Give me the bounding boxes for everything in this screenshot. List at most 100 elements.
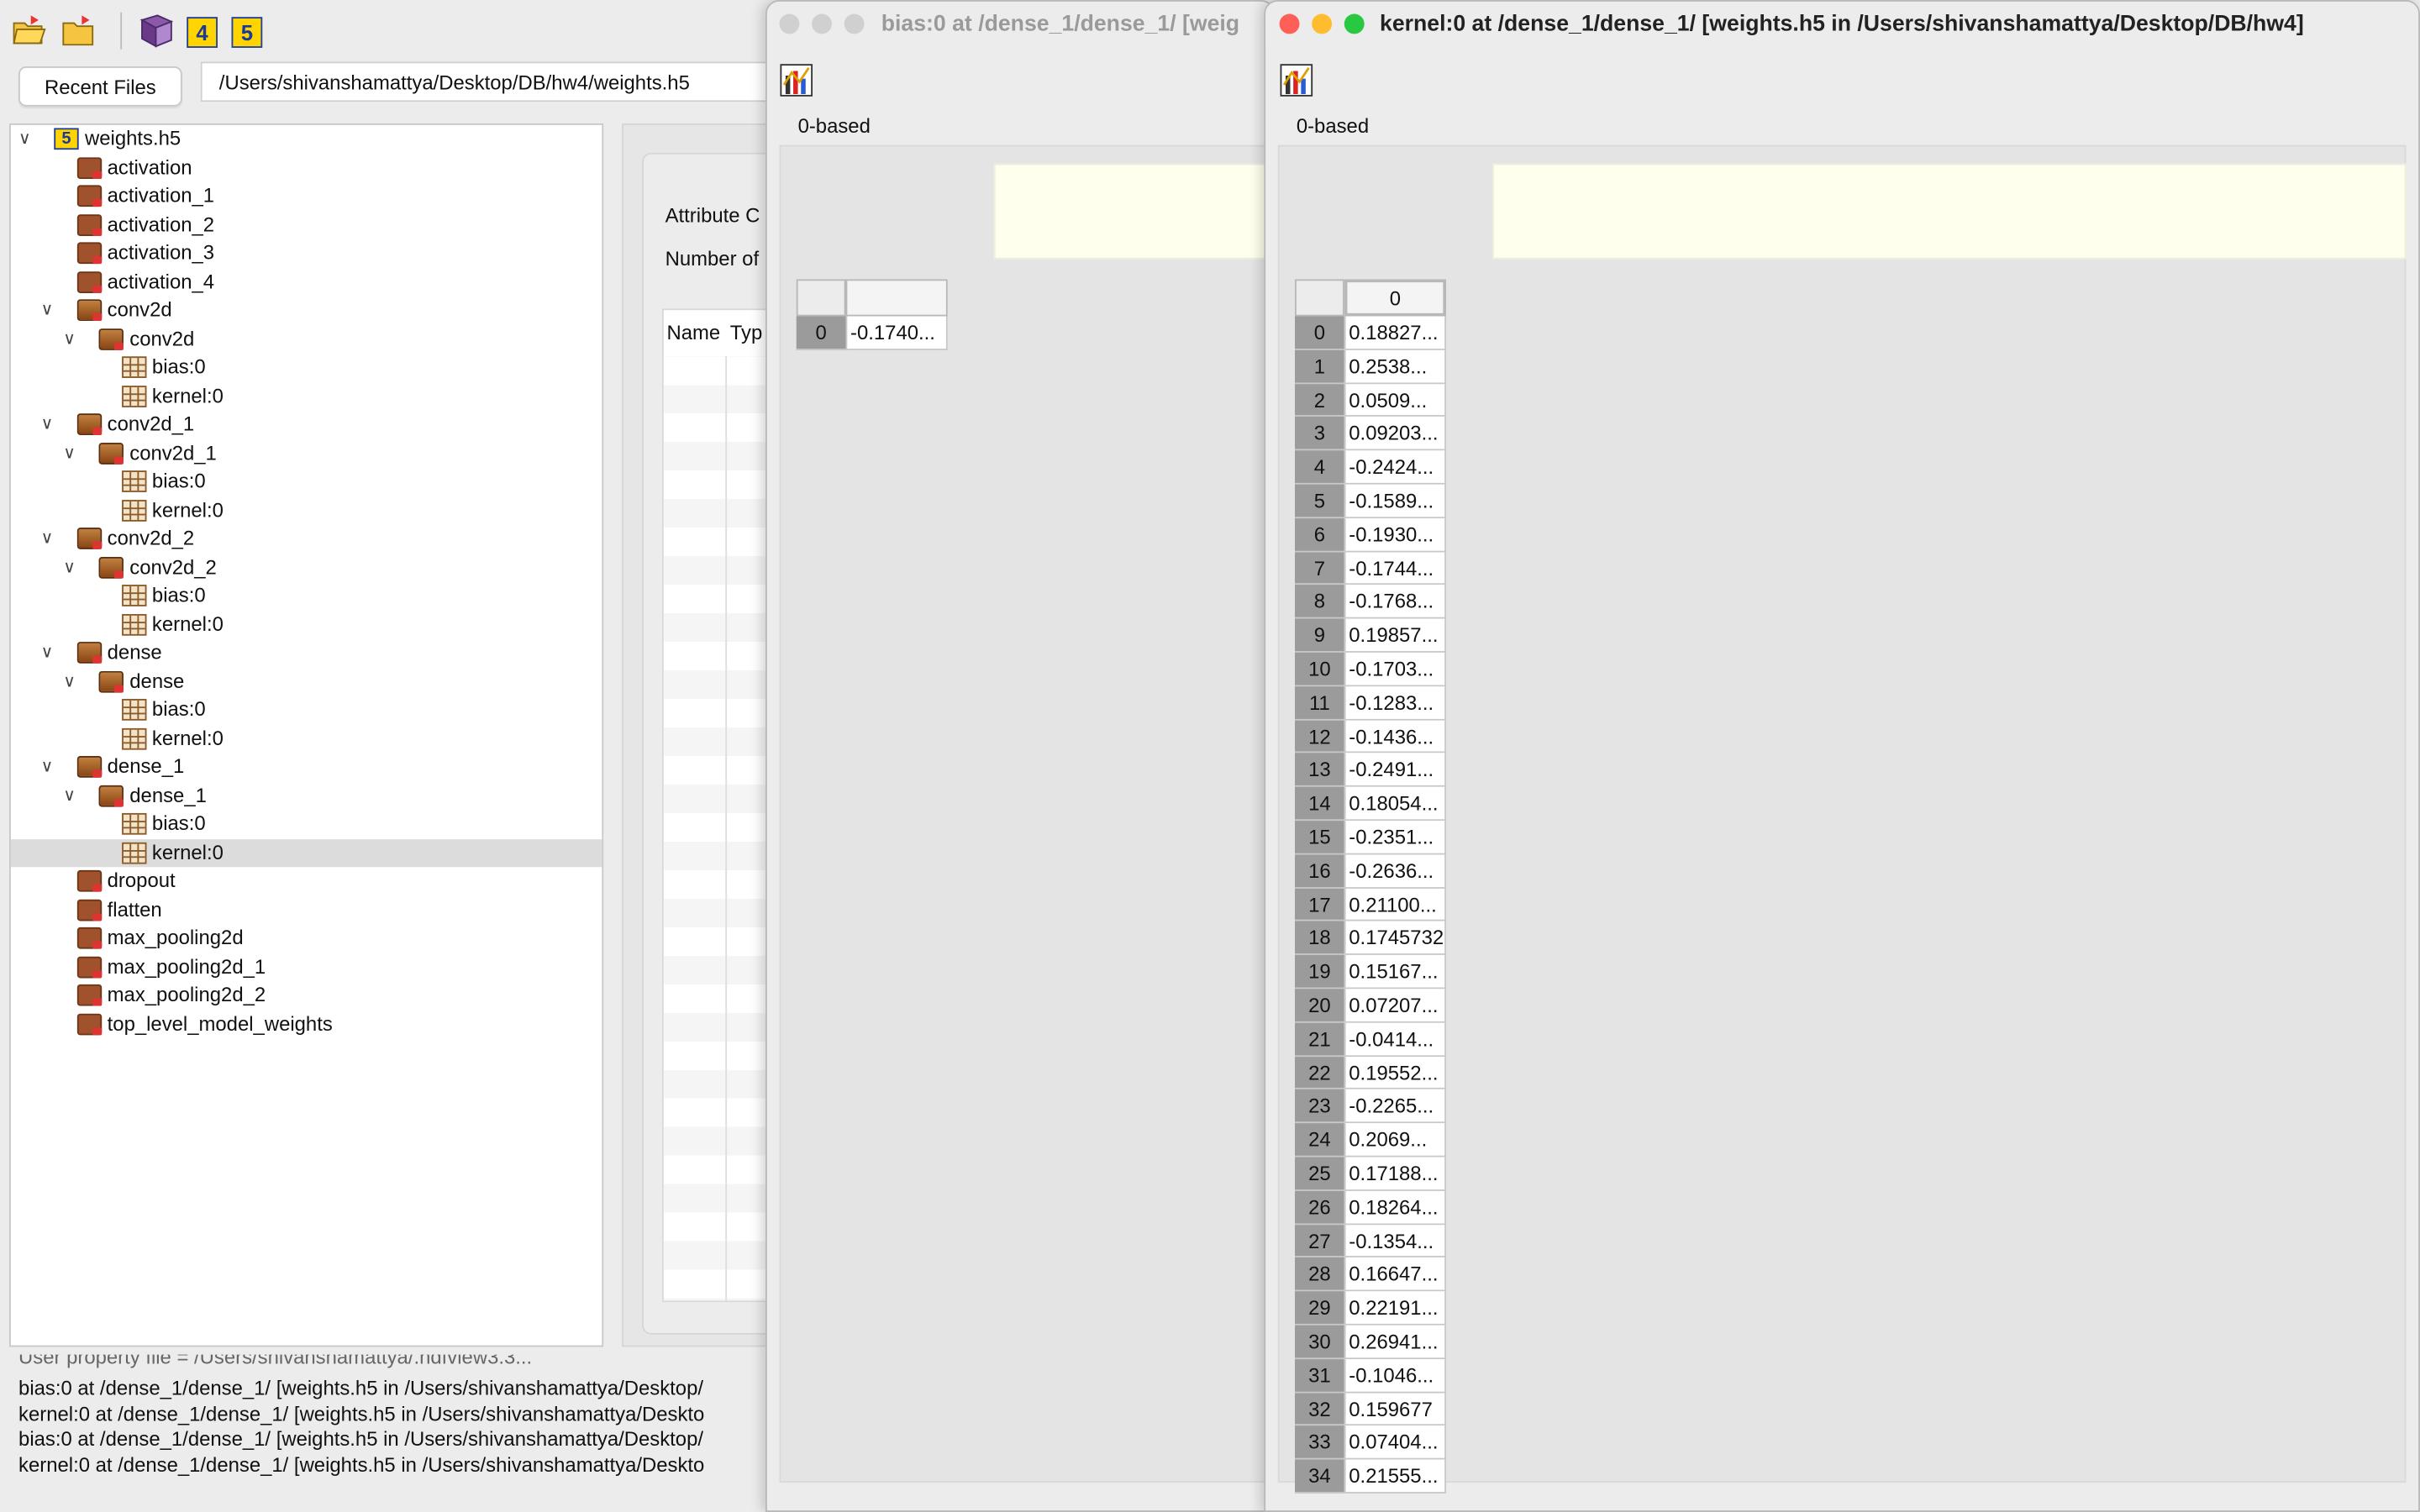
row-index-cell[interactable]: 21 (1294, 1022, 1344, 1057)
row-index-cell[interactable]: 1 (1294, 349, 1344, 384)
table-cell[interactable]: -0.1436... (1344, 719, 1446, 754)
table-cell[interactable]: -0.1744... (1344, 551, 1446, 585)
chevron-down-icon[interactable]: ∨ (36, 411, 58, 439)
tree-item[interactable]: kernel:0 (11, 382, 602, 411)
kernel-spreadsheet[interactable] (1277, 144, 2407, 1483)
file-tree-panel[interactable]: ∨ 5 weights.h5 activation activation_1 activa… (9, 123, 604, 1347)
tree-item[interactable]: max_pooling2d_2 (11, 981, 602, 1010)
tree-item[interactable]: ∨ conv2d_2 (11, 553, 602, 581)
table-cell[interactable]: -0.2351... (1344, 821, 1446, 855)
row-index-cell[interactable]: 12 (1294, 719, 1344, 754)
row-index-cell[interactable]: 4 (1294, 450, 1344, 485)
chevron-down-icon[interactable]: ∨ (14, 125, 36, 154)
row-index-cell[interactable]: 17 (1294, 888, 1344, 922)
column-header[interactable]: 0 (1344, 279, 1446, 317)
chevron-down-icon[interactable]: ∨ (59, 325, 81, 354)
zoom-button[interactable] (844, 13, 865, 34)
tree-item[interactable]: dropout (11, 867, 602, 895)
tree-item[interactable]: ∨ conv2d_2 (11, 524, 602, 553)
open-file-icon[interactable] (11, 13, 48, 50)
tree-item[interactable]: ∨ conv2d_1 (11, 411, 602, 439)
tree-item[interactable]: activation_4 (11, 268, 602, 297)
tree-item[interactable]: activation (11, 154, 602, 182)
row-index-cell[interactable]: 19 (1294, 955, 1344, 990)
row-index-cell[interactable]: 10 (1294, 652, 1344, 686)
row-index-cell[interactable]: 3 (1294, 417, 1344, 451)
table-cell[interactable]: 0.159677 (1344, 1392, 1446, 1426)
table-cell[interactable]: -0.0414... (1344, 1022, 1446, 1057)
tree-item[interactable]: kernel:0 (11, 610, 602, 638)
table-cell[interactable]: -0.1589... (1344, 484, 1446, 518)
tree-item[interactable]: kernel:0 (11, 724, 602, 753)
row-index-cell[interactable]: 32 (1294, 1392, 1344, 1426)
table-cell[interactable]: -0.2265... (1344, 1089, 1446, 1124)
table-cell[interactable]: 0.0509... (1344, 383, 1446, 417)
tree-item[interactable]: bias:0 (11, 468, 602, 496)
row-index-cell[interactable]: 2 (1294, 383, 1344, 417)
table-cell[interactable]: 0.21100... (1344, 888, 1446, 922)
table-cell[interactable]: 0.26941... (1344, 1325, 1446, 1359)
table-cell[interactable]: -0.2491... (1344, 753, 1446, 788)
chart-icon[interactable] (1280, 63, 1313, 97)
tree-item[interactable]: top_level_model_weights (11, 1010, 602, 1038)
tree-item[interactable]: kernel:0 (10, 838, 602, 868)
chevron-down-icon[interactable]: ∨ (36, 753, 58, 781)
zoom-button[interactable] (1344, 13, 1365, 34)
row-index-cell[interactable]: 33 (1294, 1425, 1344, 1460)
table-cell[interactable]: -0.1768... (1344, 585, 1446, 619)
table-cell[interactable]: -0.1930... (1344, 517, 1446, 552)
row-index-cell[interactable]: 23 (1294, 1089, 1344, 1124)
row-index-cell[interactable]: 11 (1294, 685, 1344, 720)
row-index-cell[interactable]: 18 (1294, 921, 1344, 956)
kernel-window-titlebar[interactable]: kernel:0 at /dense_1/dense_1/ [weights.h… (1265, 1, 2419, 48)
row-index-cell[interactable]: 30 (1294, 1325, 1344, 1359)
tree-item[interactable]: activation_3 (11, 239, 602, 268)
chevron-down-icon[interactable]: ∨ (36, 638, 58, 667)
hdf5-icon[interactable]: 5 (231, 17, 263, 48)
tree-item[interactable]: bias:0 (11, 581, 602, 610)
tree-item[interactable]: flatten (11, 895, 602, 924)
row-index-cell[interactable]: 31 (1294, 1358, 1344, 1393)
row-index-cell[interactable]: 13 (1294, 753, 1344, 788)
tree-item[interactable]: bias:0 (11, 696, 602, 724)
row-index-cell[interactable]: 29 (1294, 1291, 1344, 1326)
tree-item[interactable]: ∨ dense (11, 638, 602, 667)
row-index-cell[interactable]: 8 (1294, 585, 1344, 619)
tree-item[interactable]: bias:0 (11, 810, 602, 838)
row-index-cell[interactable]: 0 (796, 316, 846, 350)
chevron-down-icon[interactable]: ∨ (59, 781, 81, 810)
row-index-cell[interactable]: 7 (1294, 551, 1344, 585)
attr-col-name[interactable]: Name (666, 310, 720, 356)
table-cell[interactable]: 0.18054... (1344, 787, 1446, 822)
tree-item[interactable]: max_pooling2d (11, 924, 602, 953)
recent-files-button[interactable]: Recent Files (18, 66, 182, 107)
tree-item[interactable]: ∨ dense_1 (11, 753, 602, 781)
table-cell[interactable]: 0.19857... (1344, 618, 1446, 653)
table-cell[interactable]: -0.1703... (1344, 652, 1446, 686)
bias-window-titlebar[interactable]: bias:0 at /dense_1/dense_1/ [weig (766, 1, 1274, 48)
close-button[interactable] (1279, 13, 1300, 34)
table-cell[interactable]: 0.21555... (1344, 1459, 1446, 1494)
file-path-field[interactable]: /Users/shivanshamattya/Desktop/DB/hw4/we… (200, 61, 772, 102)
row-index-cell[interactable]: 14 (1294, 787, 1344, 822)
table-cell[interactable]: 0.18264... (1344, 1190, 1446, 1225)
table-cell[interactable]: 0.2538... (1344, 349, 1446, 384)
tree-item[interactable]: ∨ 5 weights.h5 (11, 125, 602, 154)
row-index-cell[interactable]: 26 (1294, 1190, 1344, 1225)
row-index-cell[interactable]: 34 (1294, 1459, 1344, 1494)
table-cell[interactable]: -0.1283... (1344, 685, 1446, 720)
bias-dataset-window[interactable]: bias:0 at /dense_1/dense_1/ [weig 0-base… (765, 0, 1276, 1512)
row-index-cell[interactable]: 24 (1294, 1123, 1344, 1158)
attr-col-type[interactable]: Typ (730, 310, 763, 356)
table-cell[interactable]: 0.07207... (1344, 989, 1446, 1023)
row-index-cell[interactable]: 15 (1294, 821, 1344, 855)
row-index-cell[interactable]: 6 (1294, 517, 1344, 552)
chevron-down-icon[interactable]: ∨ (59, 553, 81, 581)
table-cell[interactable]: -0.2636... (1344, 854, 1446, 889)
table-cell[interactable]: 0.16647... (1344, 1257, 1446, 1292)
table-cell[interactable]: 0.1745732 (1344, 921, 1446, 956)
table-cell[interactable]: -0.2424... (1344, 450, 1446, 485)
close-button[interactable] (779, 13, 800, 34)
tree-item[interactable]: ∨ conv2d (11, 325, 602, 354)
tree-item[interactable]: max_pooling2d_1 (11, 953, 602, 981)
